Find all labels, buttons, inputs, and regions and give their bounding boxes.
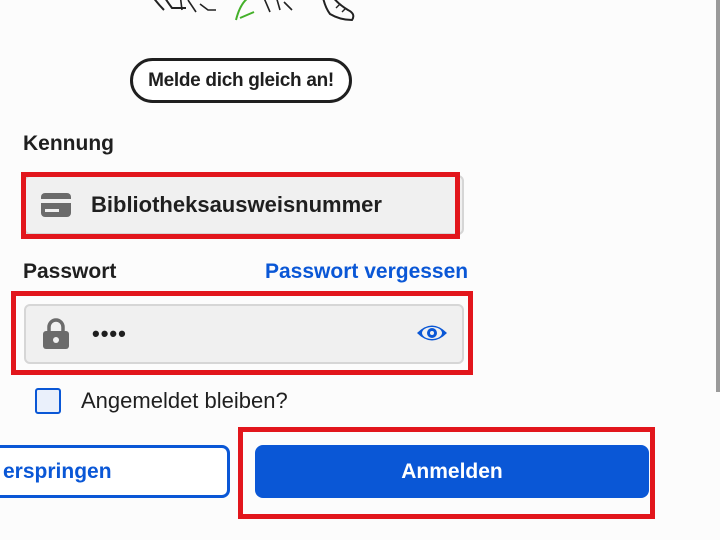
header-illustration	[130, 0, 370, 26]
remember-me-checkbox[interactable]	[35, 388, 61, 414]
remember-me-label: Angemeldet bleiben?	[81, 388, 288, 413]
password-label: Passwort	[23, 260, 117, 283]
identifier-placeholder: Bibliotheksausweisnummer	[91, 192, 382, 217]
identifier-label: Kennung	[23, 132, 114, 155]
identifier-input[interactable]: Bibliotheksausweisnummer	[24, 175, 464, 235]
password-input[interactable]: ••••	[24, 304, 464, 364]
signup-prompt-pill: Melde dich gleich an!	[130, 58, 352, 103]
skip-button[interactable]: erspringen	[0, 445, 230, 498]
lock-icon	[42, 318, 70, 350]
eye-icon[interactable]	[416, 322, 448, 344]
scrollbar[interactable]	[716, 0, 720, 392]
password-masked-value: ••••	[92, 321, 127, 346]
forgot-password-link[interactable]: Passwort vergessen	[265, 260, 468, 284]
card-icon	[40, 192, 72, 218]
login-button[interactable]: Anmelden	[255, 445, 649, 498]
